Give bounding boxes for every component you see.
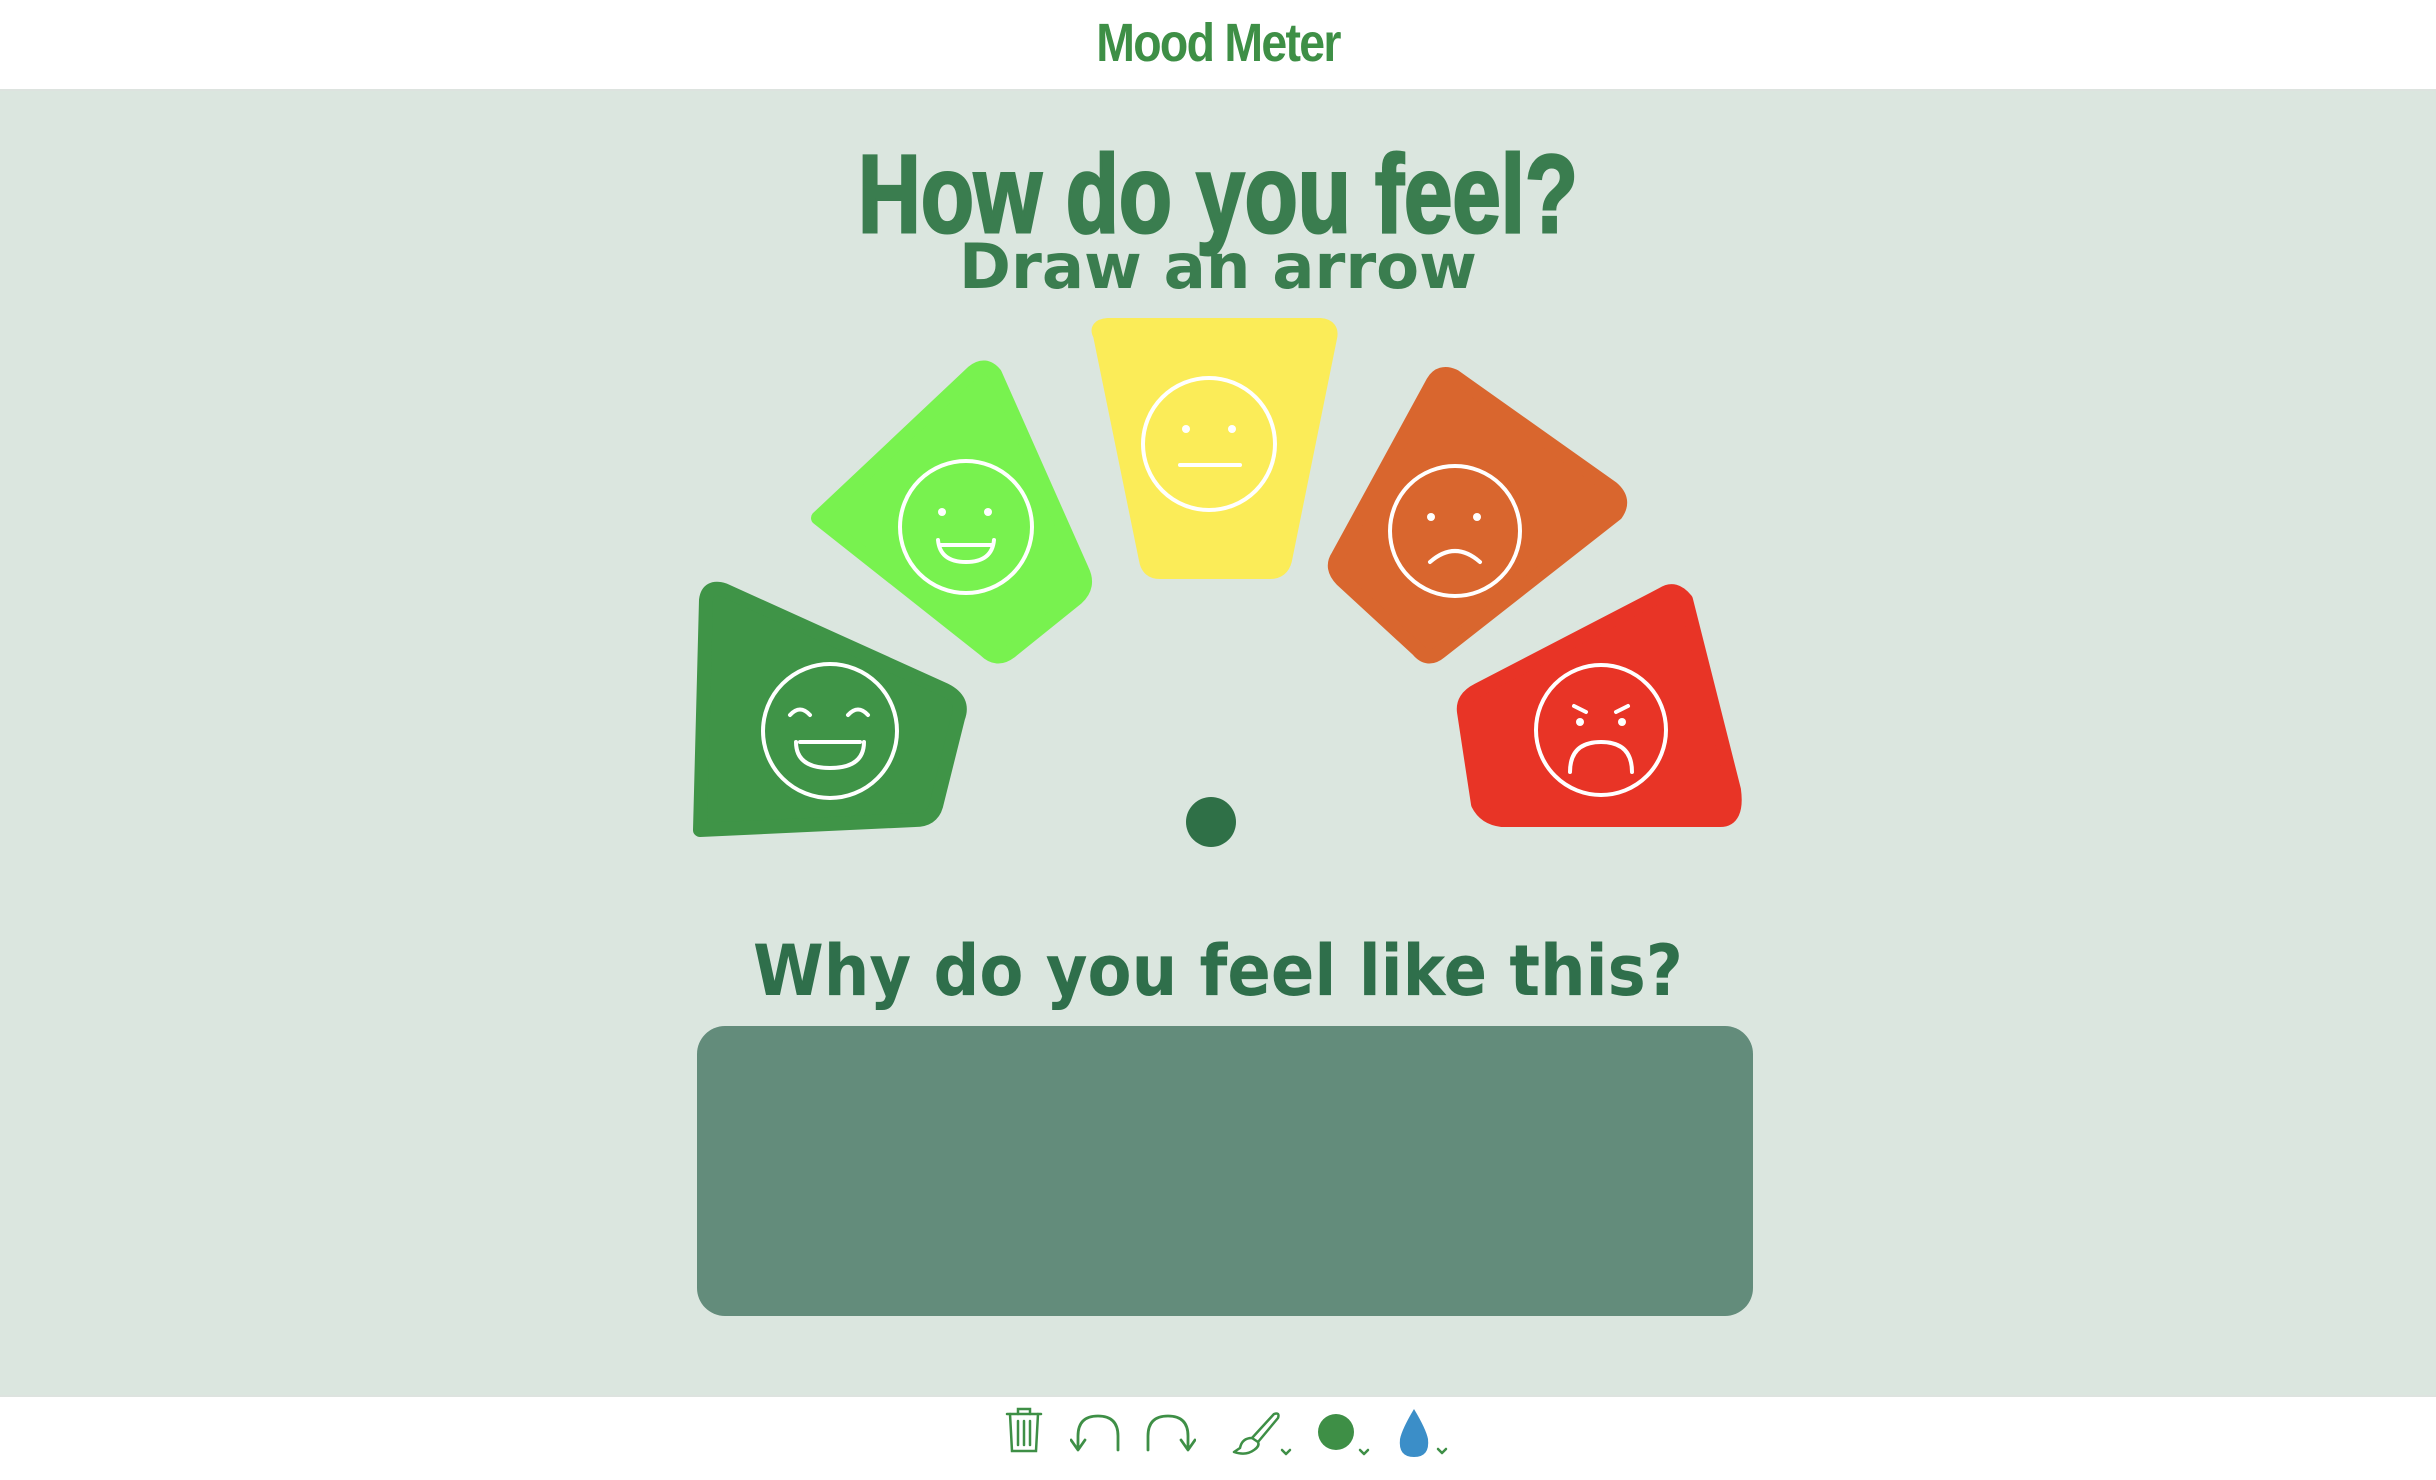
mood-very-sad[interactable] [1456,584,1742,827]
question-label: Why do you feel like this? [753,930,1683,1012]
answer-box[interactable] [697,1026,1753,1316]
bottom-toolbar [0,1395,2436,1480]
brush-icon[interactable] [1230,1410,1292,1460]
redo-icon[interactable] [1140,1412,1196,1456]
arrow-pivot-dot [1186,797,1236,847]
mood-sad[interactable] [1327,367,1628,664]
mood-very-happy[interactable] [693,581,967,837]
opacity-icon[interactable] [1394,1405,1450,1463]
mood-neutral[interactable] [1091,318,1338,579]
worksheet-graphic: How do you feel? Draw an arrow Why do yo… [693,132,1753,1316]
mood-happy[interactable] [811,360,1093,664]
worksheet-subheading: Draw an arrow [959,230,1477,303]
undo-icon[interactable] [1070,1412,1126,1456]
color-picker-icon[interactable] [1314,1410,1372,1460]
trash-icon[interactable] [1003,1405,1045,1455]
